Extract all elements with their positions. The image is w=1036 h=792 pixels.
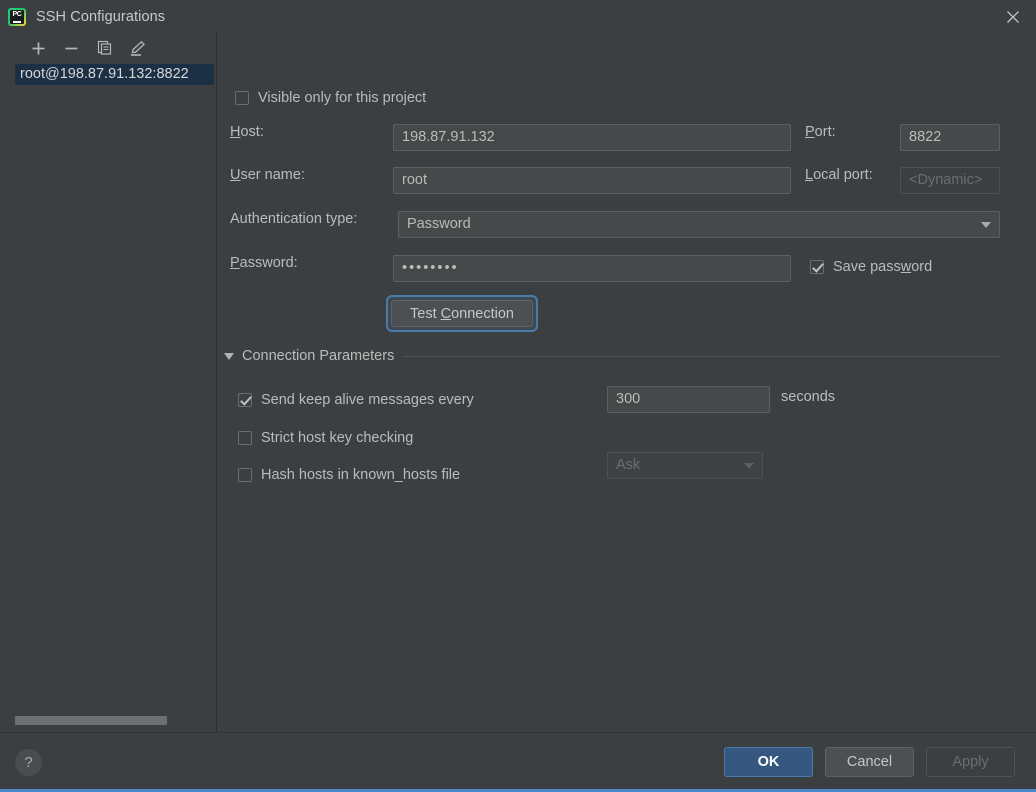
ssh-configurations-dialog: PC SSH Configurations root@198.87.91.132… (0, 0, 1036, 792)
visible-only-label: Visible only for this project (258, 90, 427, 106)
host-label: Host: (230, 124, 264, 140)
test-connection-focus-ring: Test Connection (386, 295, 538, 332)
host-label-wrap: Host: (230, 124, 264, 140)
ok-button[interactable]: OK (724, 747, 813, 777)
username-label: User name: (230, 167, 305, 183)
username-label-wrap: User name: (230, 167, 305, 183)
auth-type-dropdown[interactable]: Password (398, 211, 1000, 238)
configurations-sidebar: root@198.87.91.132:8822 (0, 33, 217, 732)
horizontal-scrollbar[interactable] (15, 716, 167, 725)
hash-hosts-label: Hash hosts in known_hosts file (261, 467, 461, 483)
checkbox-box (238, 393, 252, 407)
checkbox-box (235, 91, 249, 105)
checkbox-box (238, 431, 252, 445)
sidebar-toolbar (0, 33, 217, 63)
chevron-down-icon (981, 221, 991, 228)
remove-button[interactable] (55, 35, 88, 61)
window-title: SSH Configurations (36, 8, 166, 25)
title-bar: PC SSH Configurations (0, 0, 1036, 33)
close-icon[interactable] (990, 0, 1036, 33)
plus-icon (32, 42, 45, 54)
hash-hosts-checkbox[interactable]: Hash hosts in known_hosts file (238, 467, 460, 483)
auth-type-value: Password (407, 216, 471, 232)
connection-parameters-title: Connection Parameters (242, 348, 395, 364)
strict-host-key-value: Ask (616, 457, 641, 473)
copy-icon (97, 40, 111, 55)
keep-alive-checkbox[interactable]: Send keep alive messages every (238, 392, 474, 408)
copy-button[interactable] (88, 35, 121, 61)
checkbox-box (238, 468, 252, 482)
dialog-footer: ? OK Cancel Apply (0, 732, 1036, 792)
configurations-list[interactable]: root@198.87.91.132:8822 (0, 63, 217, 732)
edit-button[interactable] (121, 35, 154, 61)
section-divider (402, 355, 1000, 357)
seconds-unit-wrap: seconds (781, 389, 835, 405)
local-port-label: Local port: (805, 167, 873, 183)
local-port-input[interactable]: <Dynamic> (900, 167, 1000, 194)
connection-parameters-section: Connection Parameters (224, 348, 1000, 364)
strict-host-key-label: Strict host key checking (261, 430, 414, 446)
dialog-body: root@198.87.91.132:8822 Visible only for… (0, 33, 1036, 732)
footer-button-group: OK Cancel Apply (724, 747, 1015, 777)
visible-only-checkbox[interactable]: Visible only for this project (235, 90, 426, 106)
keep-alive-seconds-input[interactable]: 300 (607, 386, 770, 413)
checkbox-box (810, 260, 824, 274)
username-input[interactable]: root (393, 167, 791, 194)
port-label: Port: (805, 124, 836, 140)
chevron-down-icon (744, 462, 754, 469)
port-input[interactable]: 8822 (900, 124, 1000, 151)
pencil-icon (131, 40, 145, 56)
auth-type-label-wrap: Authentication type: (230, 211, 357, 227)
host-input[interactable]: 198.87.91.132 (393, 124, 791, 151)
strict-host-key-checkbox[interactable]: Strict host key checking (238, 430, 413, 446)
port-label-wrap: Port: (805, 124, 836, 140)
strict-host-key-dropdown[interactable]: Ask (607, 452, 763, 479)
password-input[interactable]: •••••••• (393, 255, 791, 282)
seconds-unit-label: seconds (781, 389, 836, 405)
list-item[interactable]: root@198.87.91.132:8822 (15, 64, 214, 85)
minus-icon (65, 47, 78, 49)
triangle-down-icon[interactable] (224, 352, 234, 360)
local-port-label-wrap: Local port: (805, 167, 873, 183)
password-label: Password: (230, 255, 298, 271)
configuration-form: Visible only for this project Host: 198.… (217, 33, 1036, 732)
cancel-button[interactable]: Cancel (825, 747, 914, 777)
pycharm-icon: PC (8, 7, 26, 26)
password-label-wrap: Password: (230, 255, 298, 271)
keep-alive-label: Send keep alive messages every (261, 392, 474, 408)
test-connection-button[interactable]: Test Connection (391, 300, 533, 327)
save-password-checkbox[interactable]: Save password (810, 259, 932, 275)
add-button[interactable] (22, 35, 55, 61)
auth-type-label: Authentication type: (230, 211, 358, 227)
save-password-label: Save password (833, 259, 933, 275)
help-button[interactable]: ? (15, 749, 42, 776)
apply-button[interactable]: Apply (926, 747, 1015, 777)
